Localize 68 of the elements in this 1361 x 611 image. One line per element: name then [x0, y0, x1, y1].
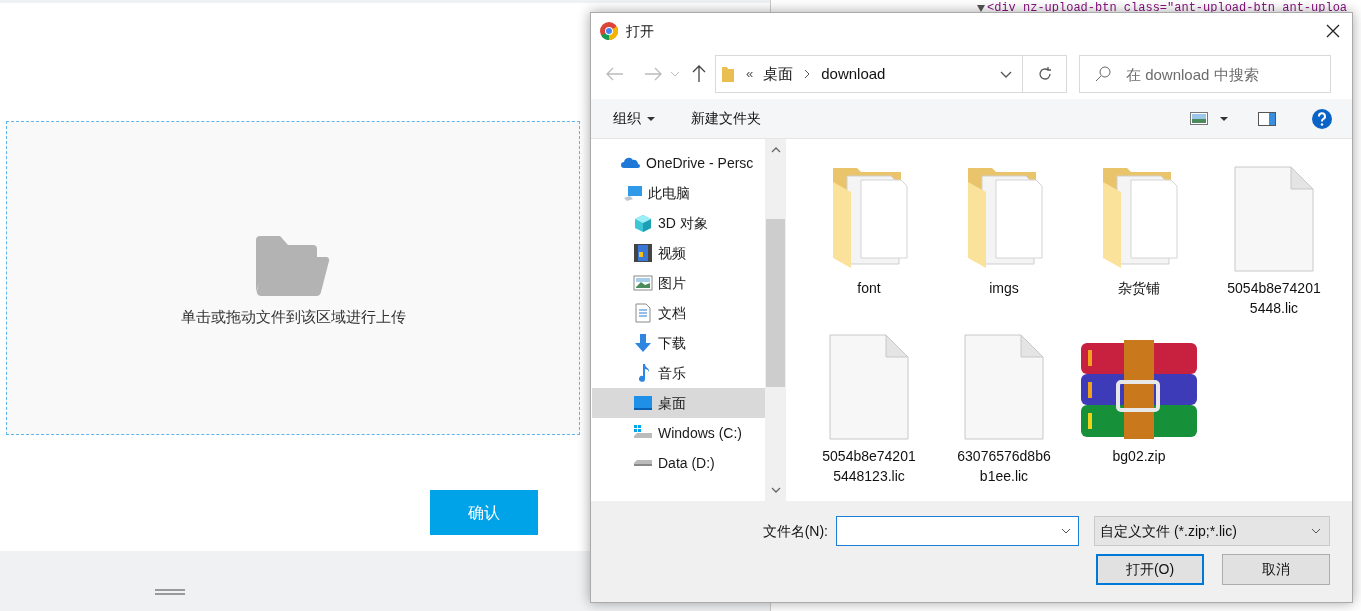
scrollbar[interactable] [765, 139, 786, 501]
nav-item[interactable]: Windows (C:) [592, 418, 765, 448]
nav-item[interactable]: OneDrive - Persc [592, 148, 765, 178]
view-options-icon[interactable] [1190, 112, 1208, 125]
dialog-button[interactable]: 取消 [1222, 554, 1330, 585]
scroll-down-icon[interactable] [770, 487, 781, 493]
code-line: <div nz-upload-btn class="ant-upload-btn ant-uploa [987, 0, 1348, 17]
file-item[interactable]: 5054b8e742015448.lic [1214, 154, 1334, 322]
file-item[interactable]: font [809, 154, 929, 322]
expand-triangle-icon[interactable] [977, 4, 985, 12]
caret-icon [647, 116, 655, 121]
download-arrow-icon [633, 333, 653, 353]
nav-item[interactable]: 下载 [592, 328, 765, 358]
drag-handle-icon[interactable] [155, 589, 185, 595]
search-field[interactable]: 在 download 中搜索 [1079, 55, 1331, 93]
film-icon [633, 243, 653, 263]
nav-item[interactable]: 3D 对象 [592, 208, 765, 238]
file-item[interactable]: 杂货铺 [1079, 154, 1199, 322]
dialog-button[interactable]: 打开(O) [1096, 554, 1204, 585]
file-item[interactable]: 5054b8e742015448123.lic [809, 322, 929, 490]
scrollbar-thumb[interactable] [766, 219, 785, 387]
nav-item[interactable]: 视频 [592, 238, 765, 268]
folder-icon [722, 66, 734, 82]
picture-icon [633, 273, 653, 293]
path-separator: « [746, 65, 754, 84]
caret-icon[interactable] [1220, 116, 1228, 121]
upload-hint: 单击或拖动文件到该区域进行上传 [180, 306, 406, 327]
close-icon[interactable] [1326, 24, 1340, 38]
chevron-right-icon[interactable] [804, 69, 811, 79]
file-item[interactable]: imgs [944, 154, 1064, 322]
file-icon [1234, 166, 1314, 272]
drive-icon [633, 459, 653, 467]
address-bar[interactable]: « 桌面 download [715, 55, 1067, 93]
nav-item[interactable]: 图片 [592, 268, 765, 298]
filename-label: 文件名(N): [762, 521, 828, 541]
new-folder-button[interactable]: 新建文件夹 [691, 108, 761, 129]
search-icon [1095, 66, 1111, 82]
file-item[interactable]: bg02.zip [1079, 322, 1199, 490]
upload-dropzone[interactable]: 单击或拖动文件到该区域进行上传 [6, 121, 580, 435]
cube-icon [633, 213, 653, 233]
organize-menu[interactable]: 组织 [613, 108, 655, 129]
folder-icon [256, 235, 330, 296]
preview-pane-icon[interactable] [1258, 111, 1276, 126]
nav-item[interactable]: 此电脑 [592, 178, 765, 208]
chevron-down-icon[interactable] [1061, 528, 1071, 534]
archive-icon [1080, 340, 1198, 440]
file-icon [829, 334, 909, 440]
chevron-down-icon [1311, 528, 1321, 534]
chevron-down-icon[interactable] [1000, 70, 1012, 78]
file-icon [964, 334, 1044, 440]
browser-logo-icon [600, 22, 618, 40]
file-type-select[interactable]: 自定义文件 (*.zip;*.lic) [1094, 516, 1330, 546]
refresh-icon[interactable] [1036, 66, 1053, 82]
filename-field[interactable] [836, 516, 1079, 546]
scroll-up-icon[interactable] [770, 147, 781, 153]
computer-icon [623, 183, 643, 203]
desktop-icon [633, 393, 653, 413]
help-icon[interactable] [1312, 108, 1332, 129]
nav-item[interactable]: 桌面 [592, 388, 765, 418]
document-icon [633, 303, 653, 323]
nav-item[interactable]: 文档 [592, 298, 765, 328]
file-item[interactable]: 63076576d8b6b1ee.lic [944, 322, 1064, 490]
nav-item[interactable]: 音乐 [592, 358, 765, 388]
path-segment[interactable]: download [821, 62, 886, 86]
up-arrow-icon[interactable] [692, 65, 706, 83]
path-segment[interactable]: 桌面 [763, 62, 794, 86]
window-title: 打开 [626, 21, 655, 41]
nav-item[interactable]: Data (D:) [592, 448, 765, 478]
